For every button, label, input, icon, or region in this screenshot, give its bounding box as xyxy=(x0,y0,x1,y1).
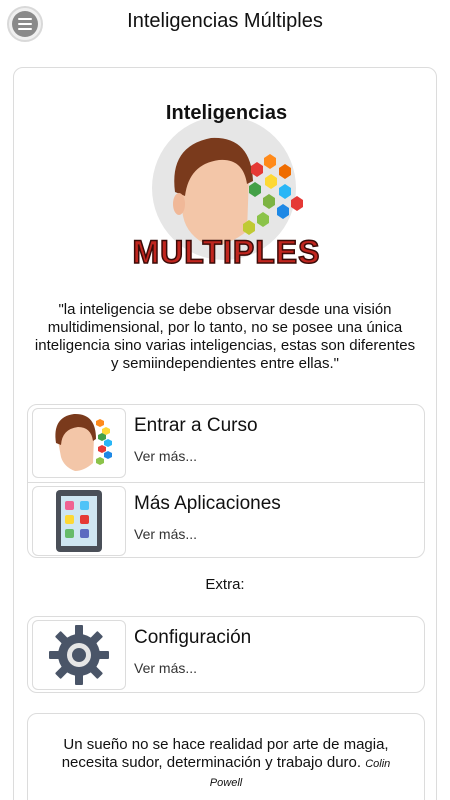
hero-logo: Inteligencias MULTIPLES xyxy=(132,96,320,276)
footer-quote-text: Un sueño no se hace realidad por arte de… xyxy=(61,736,389,771)
extra-list: Configuración Ver más... xyxy=(27,616,425,693)
main-card: Inteligencias MULTIPLES "la inteligencia… xyxy=(13,67,437,800)
menu-icon xyxy=(12,11,38,37)
list-item-title: Más Aplicaciones xyxy=(134,493,281,514)
list-item-subtitle: Ver más... xyxy=(134,660,198,676)
hero-title: Inteligencias xyxy=(165,102,288,124)
list-item-subtitle: Ver más... xyxy=(134,526,198,542)
intro-quote: "la inteligencia se debe observar desde … xyxy=(34,301,416,372)
extra-label: Extra: xyxy=(205,576,245,593)
gear-icon xyxy=(32,620,126,690)
footer-quote-card: Un sueño no se hace realidad por arte de… xyxy=(27,713,425,800)
head-icon xyxy=(32,408,126,478)
menu-list: Entrar a Curso Ver más... Más Aplicacion… xyxy=(27,404,425,558)
list-item-configuracion[interactable]: Configuración Ver más... xyxy=(28,617,424,694)
top-bar: Inteligencias Múltiples xyxy=(0,0,450,46)
list-item-mas-aplicaciones[interactable]: Más Aplicaciones Ver más... xyxy=(28,482,424,559)
menu-button[interactable] xyxy=(7,6,43,42)
list-item-entrar-curso[interactable]: Entrar a Curso Ver más... xyxy=(28,405,424,482)
hero-subtitle: MULTIPLES xyxy=(132,233,321,271)
list-item-subtitle: Ver más... xyxy=(134,448,198,464)
list-item-title: Entrar a Curso xyxy=(134,415,258,436)
tablet-apps-icon xyxy=(32,486,126,556)
page-title: Inteligencias Múltiples xyxy=(127,10,323,32)
footer-quote: Un sueño no se hace realidad por arte de… xyxy=(58,736,394,792)
list-item-title: Configuración xyxy=(134,627,252,648)
